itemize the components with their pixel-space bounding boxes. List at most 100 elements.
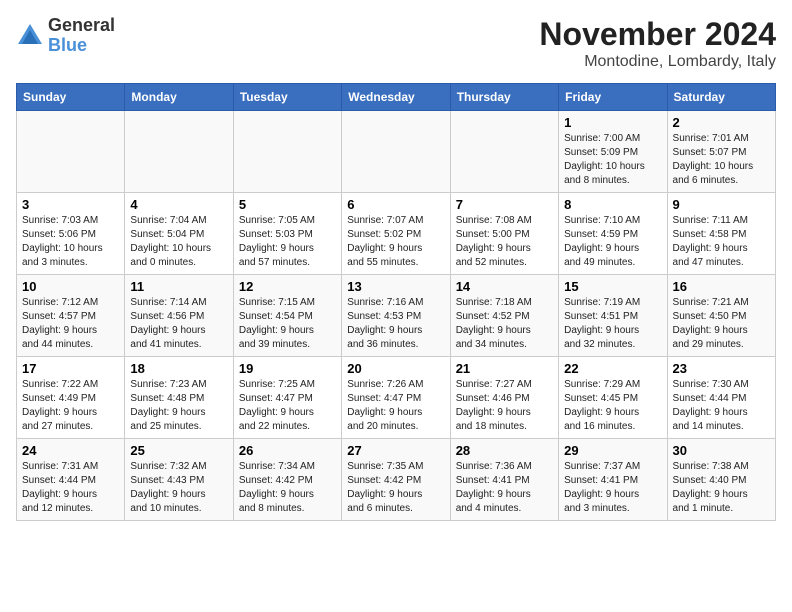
day-info: Sunrise: 7:32 AMSunset: 4:43 PMDaylight:… bbox=[130, 460, 227, 516]
week-row-3: 10 Sunrise: 7:12 AMSunset: 4:57 PMDayligh… bbox=[17, 275, 776, 357]
day-info: Sunrise: 7:11 AMSunset: 4:58 PMDaylight:… bbox=[673, 214, 770, 270]
day-cell bbox=[342, 111, 450, 193]
day-number: 23 bbox=[673, 361, 770, 376]
day-info: Sunrise: 7:26 AMSunset: 4:47 PMDaylight:… bbox=[347, 378, 444, 434]
day-cell: 11 Sunrise: 7:14 AMSunset: 4:56 PMDayligh… bbox=[125, 275, 233, 357]
day-number: 15 bbox=[564, 279, 661, 294]
day-info: Sunrise: 7:27 AMSunset: 4:46 PMDaylight:… bbox=[456, 378, 553, 434]
day-cell: 28 Sunrise: 7:36 AMSunset: 4:41 PMDayligh… bbox=[450, 439, 558, 521]
day-number: 14 bbox=[456, 279, 553, 294]
logo-blue-text: Blue bbox=[48, 35, 87, 55]
day-info: Sunrise: 7:08 AMSunset: 5:00 PMDaylight:… bbox=[456, 214, 553, 270]
day-number: 24 bbox=[22, 443, 119, 458]
day-cell bbox=[233, 111, 341, 193]
day-number: 21 bbox=[456, 361, 553, 376]
day-cell: 7 Sunrise: 7:08 AMSunset: 5:00 PMDaylight… bbox=[450, 193, 558, 275]
day-number: 16 bbox=[673, 279, 770, 294]
day-info: Sunrise: 7:01 AMSunset: 5:07 PMDaylight:… bbox=[673, 132, 770, 188]
day-cell: 12 Sunrise: 7:15 AMSunset: 4:54 PMDayligh… bbox=[233, 275, 341, 357]
day-cell bbox=[450, 111, 558, 193]
day-cell: 25Sunrise: 7:32 AMSunset: 4:43 PMDayligh… bbox=[125, 439, 233, 521]
day-cell bbox=[125, 111, 233, 193]
day-cell: 21 Sunrise: 7:27 AMSunset: 4:46 PMDayligh… bbox=[450, 357, 558, 439]
day-number: 3 bbox=[22, 197, 119, 212]
day-cell: 4 Sunrise: 7:04 AMSunset: 5:04 PMDaylight… bbox=[125, 193, 233, 275]
day-cell: 30 Sunrise: 7:38 AMSunset: 4:40 PMDayligh… bbox=[667, 439, 775, 521]
day-cell: 22Sunrise: 7:29 AMSunset: 4:45 PMDayligh… bbox=[559, 357, 667, 439]
day-info: Sunrise: 7:04 AMSunset: 5:04 PMDaylight:… bbox=[130, 214, 227, 270]
day-number: 22 bbox=[564, 361, 661, 376]
day-number: 12 bbox=[239, 279, 336, 294]
day-cell: 13Sunrise: 7:16 AMSunset: 4:53 PMDayligh… bbox=[342, 275, 450, 357]
day-cell: 17 Sunrise: 7:22 AMSunset: 4:49 PMDayligh… bbox=[17, 357, 125, 439]
day-info: Sunrise: 7:36 AMSunset: 4:41 PMDaylight:… bbox=[456, 460, 553, 516]
day-number: 28 bbox=[456, 443, 553, 458]
day-cell: 1Sunrise: 7:00 AMSunset: 5:09 PMDaylight… bbox=[559, 111, 667, 193]
day-number: 27 bbox=[347, 443, 444, 458]
day-info: Sunrise: 7:21 AMSunset: 4:50 PMDaylight:… bbox=[673, 296, 770, 352]
day-cell: 9 Sunrise: 7:11 AMSunset: 4:58 PMDaylight… bbox=[667, 193, 775, 275]
day-info: Sunrise: 7:16 AMSunset: 4:53 PMDaylight:… bbox=[347, 296, 444, 352]
column-header-wednesday: Wednesday bbox=[342, 84, 450, 111]
day-number: 18 bbox=[130, 361, 227, 376]
day-cell: 14Sunrise: 7:18 AMSunset: 4:52 PMDayligh… bbox=[450, 275, 558, 357]
day-info: Sunrise: 7:07 AMSunset: 5:02 PMDaylight:… bbox=[347, 214, 444, 270]
day-info: Sunrise: 7:03 AMSunset: 5:06 PMDaylight:… bbox=[22, 214, 119, 270]
day-cell: 3 Sunrise: 7:03 AMSunset: 5:06 PMDaylight… bbox=[17, 193, 125, 275]
column-header-sunday: Sunday bbox=[17, 84, 125, 111]
day-number: 4 bbox=[130, 197, 227, 212]
day-number: 8 bbox=[564, 197, 661, 212]
day-info: Sunrise: 7:35 AMSunset: 4:42 PMDaylight:… bbox=[347, 460, 444, 516]
day-info: Sunrise: 7:30 AMSunset: 4:44 PMDaylight:… bbox=[673, 378, 770, 434]
location-title: Montodine, Lombardy, Italy bbox=[539, 53, 776, 71]
day-number: 10 bbox=[22, 279, 119, 294]
day-cell: 8 Sunrise: 7:10 AMSunset: 4:59 PMDaylight… bbox=[559, 193, 667, 275]
day-number: 30 bbox=[673, 443, 770, 458]
calendar-table: SundayMondayTuesdayWednesdayThursdayFrid… bbox=[16, 83, 776, 521]
logo-icon bbox=[16, 22, 44, 50]
day-info: Sunrise: 7:23 AMSunset: 4:48 PMDaylight:… bbox=[130, 378, 227, 434]
day-info: Sunrise: 7:12 AMSunset: 4:57 PMDaylight:… bbox=[22, 296, 119, 352]
day-number: 9 bbox=[673, 197, 770, 212]
day-info: Sunrise: 7:05 AMSunset: 5:03 PMDaylight:… bbox=[239, 214, 336, 270]
day-cell: 20 Sunrise: 7:26 AMSunset: 4:47 PMDayligh… bbox=[342, 357, 450, 439]
month-title: November 2024 bbox=[539, 16, 776, 53]
day-number: 29 bbox=[564, 443, 661, 458]
week-row-4: 17 Sunrise: 7:22 AMSunset: 4:49 PMDayligh… bbox=[17, 357, 776, 439]
day-cell: 26Sunrise: 7:34 AMSunset: 4:42 PMDayligh… bbox=[233, 439, 341, 521]
logo-general-text: General bbox=[48, 15, 115, 35]
day-info: Sunrise: 7:37 AMSunset: 4:41 PMDaylight:… bbox=[564, 460, 661, 516]
day-cell: 23 Sunrise: 7:30 AMSunset: 4:44 PMDayligh… bbox=[667, 357, 775, 439]
day-cell: 5Sunrise: 7:05 AMSunset: 5:03 PMDaylight… bbox=[233, 193, 341, 275]
day-number: 20 bbox=[347, 361, 444, 376]
column-header-tuesday: Tuesday bbox=[233, 84, 341, 111]
day-cell: 10 Sunrise: 7:12 AMSunset: 4:57 PMDayligh… bbox=[17, 275, 125, 357]
day-info: Sunrise: 7:15 AMSunset: 4:54 PMDaylight:… bbox=[239, 296, 336, 352]
day-number: 1 bbox=[564, 115, 661, 130]
day-info: Sunrise: 7:25 AMSunset: 4:47 PMDaylight:… bbox=[239, 378, 336, 434]
column-header-saturday: Saturday bbox=[667, 84, 775, 111]
header: General Blue November 2024 Montodine, Lo… bbox=[16, 16, 776, 71]
day-info: Sunrise: 7:19 AMSunset: 4:51 PMDaylight:… bbox=[564, 296, 661, 352]
day-cell: 29 Sunrise: 7:37 AMSunset: 4:41 PMDayligh… bbox=[559, 439, 667, 521]
day-info: Sunrise: 7:22 AMSunset: 4:49 PMDaylight:… bbox=[22, 378, 119, 434]
day-cell: 6Sunrise: 7:07 AMSunset: 5:02 PMDaylight… bbox=[342, 193, 450, 275]
day-info: Sunrise: 7:31 AMSunset: 4:44 PMDaylight:… bbox=[22, 460, 119, 516]
day-cell: 19 Sunrise: 7:25 AMSunset: 4:47 PMDayligh… bbox=[233, 357, 341, 439]
title-area: November 2024 Montodine, Lombardy, Italy bbox=[539, 16, 776, 71]
day-cell bbox=[17, 111, 125, 193]
day-cell: 16 Sunrise: 7:21 AMSunset: 4:50 PMDayligh… bbox=[667, 275, 775, 357]
day-info: Sunrise: 7:34 AMSunset: 4:42 PMDaylight:… bbox=[239, 460, 336, 516]
day-number: 11 bbox=[130, 279, 227, 294]
day-number: 17 bbox=[22, 361, 119, 376]
column-header-friday: Friday bbox=[559, 84, 667, 111]
week-row-2: 3 Sunrise: 7:03 AMSunset: 5:06 PMDaylight… bbox=[17, 193, 776, 275]
day-info: Sunrise: 7:10 AMSunset: 4:59 PMDaylight:… bbox=[564, 214, 661, 270]
day-info: Sunrise: 7:14 AMSunset: 4:56 PMDaylight:… bbox=[130, 296, 227, 352]
day-number: 19 bbox=[239, 361, 336, 376]
logo: General Blue bbox=[16, 16, 115, 56]
day-cell: 24 Sunrise: 7:31 AMSunset: 4:44 PMDayligh… bbox=[17, 439, 125, 521]
day-cell: 2Sunrise: 7:01 AMSunset: 5:07 PMDaylight… bbox=[667, 111, 775, 193]
day-number: 7 bbox=[456, 197, 553, 212]
day-info: Sunrise: 7:38 AMSunset: 4:40 PMDaylight:… bbox=[673, 460, 770, 516]
